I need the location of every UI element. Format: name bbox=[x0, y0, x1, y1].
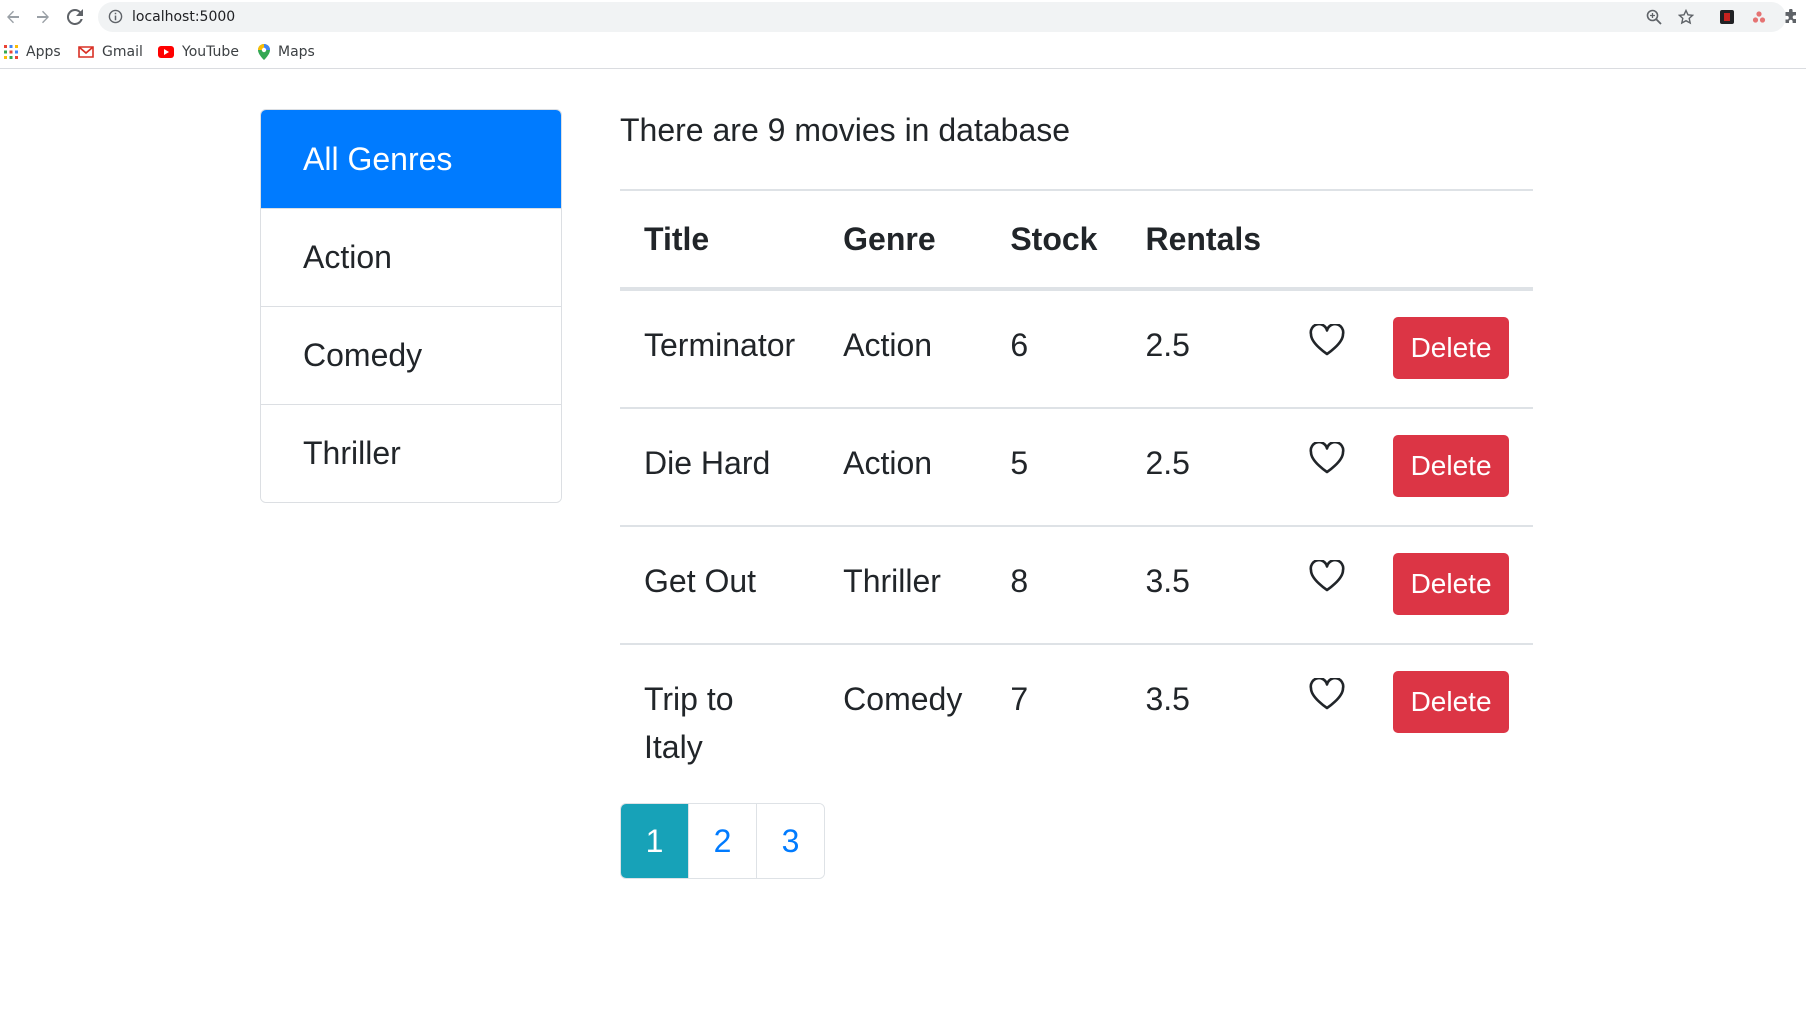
column-header-genre[interactable]: Genre bbox=[819, 189, 987, 291]
maps-pin-icon bbox=[258, 44, 270, 60]
table-row: Trip to Italy Comedy 7 3.5 Delete bbox=[620, 644, 1533, 799]
action-cell: Delete bbox=[1369, 289, 1534, 409]
bookmark-label: Apps bbox=[26, 44, 61, 60]
movie-title: Get Out bbox=[620, 526, 820, 645]
delete-button[interactable]: Delete bbox=[1393, 317, 1510, 379]
like-cell bbox=[1285, 289, 1370, 409]
column-header-like bbox=[1285, 189, 1370, 291]
heart-icon[interactable] bbox=[1309, 439, 1345, 474]
column-header-title[interactable]: Title bbox=[620, 189, 820, 291]
movie-rentals: 2.5 bbox=[1121, 289, 1286, 409]
action-cell: Delete bbox=[1369, 526, 1534, 645]
like-cell bbox=[1285, 408, 1370, 527]
site-info-icon[interactable] bbox=[108, 9, 123, 29]
column-header-actions bbox=[1369, 189, 1534, 291]
extension-dots-icon[interactable] bbox=[1750, 8, 1768, 26]
url-text: localhost:5000 bbox=[132, 9, 236, 25]
column-header-stock[interactable]: Stock bbox=[986, 189, 1122, 291]
table-row: Terminator Action 6 2.5 Delete bbox=[620, 289, 1534, 409]
movie-rentals: 3.5 bbox=[1121, 526, 1286, 645]
bookmark-label: Maps bbox=[278, 44, 315, 60]
delete-button[interactable]: Delete bbox=[1393, 553, 1510, 615]
table-row: Die Hard Action 5 2.5 Delete bbox=[620, 408, 1534, 527]
action-cell: Delete bbox=[1369, 644, 1533, 799]
genre-list: All Genres Action Comedy Thriller bbox=[260, 109, 562, 503]
table-row: Get Out Thriller 8 3.5 Delete bbox=[620, 526, 1534, 645]
apps-grid-icon bbox=[4, 45, 18, 59]
column-header-rentals[interactable]: Rentals bbox=[1121, 189, 1286, 291]
movie-rentals: 3.5 bbox=[1145, 681, 1190, 717]
bookmark-gmail[interactable]: Gmail bbox=[78, 42, 143, 62]
movie-rentals: 2.5 bbox=[1121, 408, 1286, 527]
forward-arrow-icon[interactable] bbox=[32, 6, 54, 28]
page-link-2[interactable]: 2 bbox=[688, 804, 756, 878]
youtube-icon bbox=[158, 46, 174, 58]
movie-stock: 8 bbox=[986, 526, 1122, 645]
movie-stock: 6 bbox=[986, 289, 1122, 409]
bookmark-star-icon[interactable] bbox=[1676, 7, 1696, 27]
movie-genre: Action bbox=[819, 289, 987, 409]
action-cell: Delete bbox=[1369, 408, 1534, 527]
movie-stock: 7 bbox=[1010, 681, 1029, 717]
movie-stock: 5 bbox=[986, 408, 1122, 527]
heart-icon[interactable] bbox=[1309, 321, 1345, 356]
genre-item-thriller[interactable]: Thriller bbox=[261, 404, 561, 502]
gmail-icon bbox=[78, 46, 94, 58]
extensions-puzzle-icon[interactable] bbox=[1782, 8, 1800, 26]
movie-count-text: There are 9 movies in database bbox=[620, 112, 1071, 148]
movies-table: Title Genre Stock Rentals Terminator Act… bbox=[620, 189, 1534, 799]
bookmark-maps[interactable]: Maps bbox=[258, 42, 315, 62]
delete-button[interactable]: Delete bbox=[1393, 435, 1510, 497]
back-arrow-icon[interactable] bbox=[2, 6, 24, 28]
table-header-row: Title Genre Stock Rentals bbox=[620, 189, 1534, 291]
bookmarks-bar: Apps Gmail YouTube Maps bbox=[0, 36, 1806, 69]
movie-genre: Comedy bbox=[843, 681, 963, 717]
heart-icon[interactable] bbox=[1309, 675, 1345, 710]
page-link-1[interactable]: 1 bbox=[621, 804, 688, 878]
zoom-icon[interactable] bbox=[1644, 7, 1664, 27]
bookmark-label: Gmail bbox=[102, 44, 143, 60]
bookmark-apps[interactable]: Apps bbox=[4, 42, 61, 62]
browser-toolbar: localhost:5000 bbox=[0, 0, 1806, 34]
genre-item-comedy[interactable]: Comedy bbox=[261, 306, 561, 404]
bookmark-label: YouTube bbox=[182, 44, 239, 60]
movie-title: Trip to Italy bbox=[644, 681, 734, 765]
movie-title: Die Hard bbox=[620, 408, 820, 527]
movie-genre: Action bbox=[819, 408, 987, 527]
extension-red-icon[interactable] bbox=[1718, 8, 1736, 26]
address-bar[interactable]: localhost:5000 bbox=[98, 2, 1786, 32]
movie-genre: Thriller bbox=[819, 526, 987, 645]
movie-title: Terminator bbox=[620, 289, 820, 409]
genre-item-all-genres[interactable]: All Genres bbox=[261, 110, 561, 208]
reload-icon[interactable] bbox=[64, 6, 86, 28]
bookmark-youtube[interactable]: YouTube bbox=[158, 42, 239, 62]
like-cell bbox=[1285, 644, 1369, 799]
page-link-3[interactable]: 3 bbox=[756, 804, 824, 878]
heart-icon[interactable] bbox=[1309, 557, 1345, 592]
genre-item-action[interactable]: Action bbox=[261, 208, 561, 306]
delete-button[interactable]: Delete bbox=[1393, 671, 1510, 733]
pagination: 1 2 3 bbox=[620, 803, 825, 879]
like-cell bbox=[1285, 526, 1370, 645]
